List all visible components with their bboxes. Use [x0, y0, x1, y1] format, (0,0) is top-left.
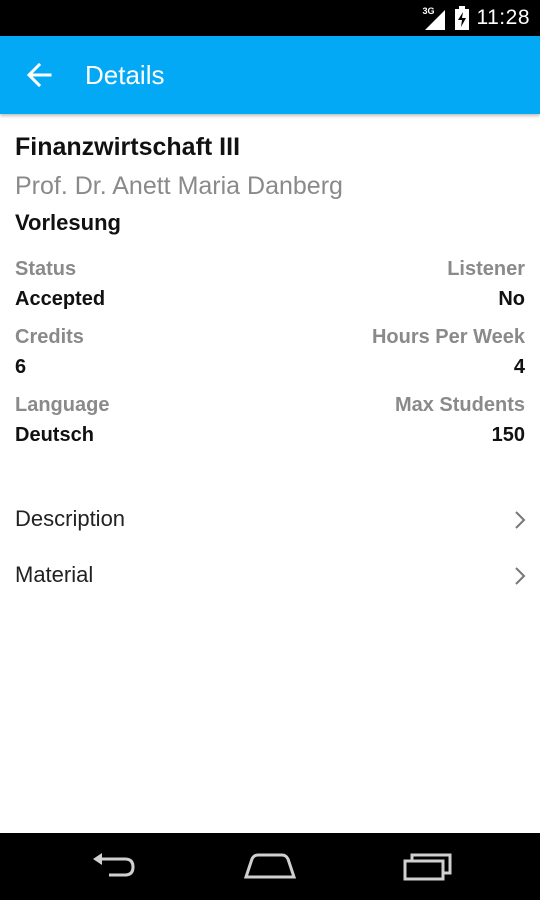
material-label: Material — [15, 562, 94, 587]
hours-per-week-value: 4 — [513, 356, 525, 378]
info-grid: Status Accepted Listener No Credits 6 Ho… — [15, 256, 525, 460]
material-item[interactable]: Material — [0, 548, 540, 604]
max-students-value: 150 — [491, 424, 525, 446]
course-type: Vorlesung — [15, 210, 121, 235]
credits-label: Credits — [15, 326, 84, 348]
status-bar: 3G 11:28 — [0, 0, 540, 36]
credits-value: 6 — [15, 356, 27, 378]
max-students-label: Max Students — [394, 394, 525, 416]
page-title: Details — [85, 60, 165, 90]
description-item[interactable]: Description — [0, 492, 540, 548]
chevron-right-icon — [515, 567, 526, 585]
home-icon — [243, 853, 297, 879]
course-title: Finanzwirtschaft III — [15, 133, 241, 161]
status-label: Status — [15, 258, 77, 280]
system-recents-button[interactable] — [398, 846, 458, 886]
info-row-status: Status Accepted Listener No — [15, 256, 525, 324]
hours-per-week-label: Hours Per Week — [371, 326, 525, 348]
recents-icon — [403, 853, 452, 881]
system-nav-bar — [0, 833, 540, 900]
clock: 11:28 — [476, 6, 530, 29]
battery-icon — [454, 6, 469, 30]
status-icons: 3G 11:28 — [423, 0, 531, 36]
status-value: Accepted — [15, 288, 106, 310]
back-button[interactable] — [14, 50, 64, 100]
arrow-back-icon — [26, 62, 52, 88]
back-icon — [93, 853, 135, 877]
signal-icon — [424, 10, 445, 30]
details-content: Finanzwirtschaft III Prof. Dr. Anett Mar… — [0, 114, 540, 833]
chevron-right-icon — [515, 511, 526, 529]
screen: 3G 11:28 Details Finanzwirtschaft III Pr… — [0, 0, 540, 900]
system-home-button[interactable] — [240, 846, 300, 886]
listener-value: No — [498, 288, 525, 310]
language-label: Language — [15, 394, 110, 416]
signal-indicator: 3G — [423, 6, 447, 30]
info-row-credits: Credits 6 Hours Per Week 4 — [15, 324, 525, 392]
description-label: Description — [15, 506, 126, 531]
system-back-button[interactable] — [83, 846, 143, 886]
nav-list: Description Material — [0, 492, 540, 604]
info-row-language: Language Deutsch Max Students 150 — [15, 392, 525, 460]
language-value: Deutsch — [15, 424, 94, 446]
app-bar: Details — [0, 36, 540, 114]
listener-label: Listener — [447, 258, 525, 280]
lecturer-name: Prof. Dr. Anett Maria Danberg — [15, 172, 343, 200]
